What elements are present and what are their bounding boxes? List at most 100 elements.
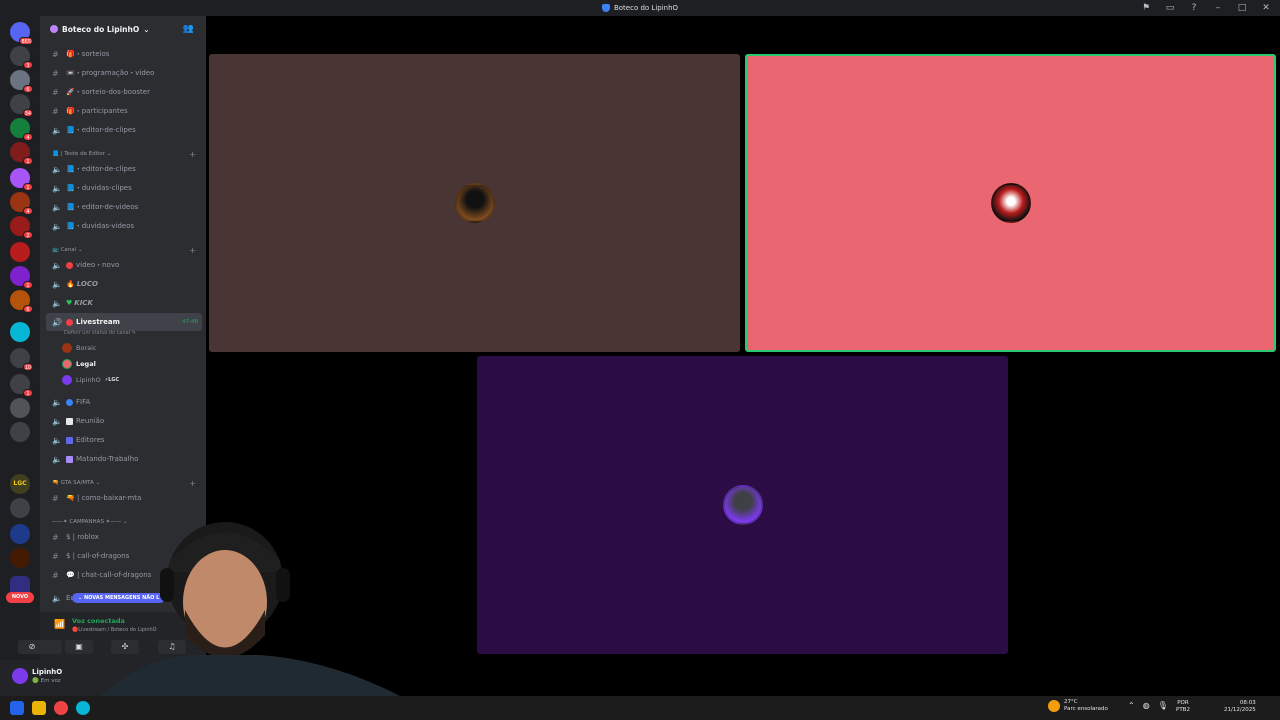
server-icon[interactable]: [10, 242, 30, 262]
hash-icon: #: [52, 68, 59, 78]
record-icon: [66, 318, 73, 326]
plus-icon[interactable]: +: [189, 246, 196, 255]
channel-como-baixar-mta[interactable]: # 🔫 | como-baixar-mta: [46, 489, 202, 507]
globe-icon: [66, 398, 73, 406]
speaker-icon: 🔈: [52, 298, 62, 308]
server-icon[interactable]: 4: [10, 118, 33, 141]
windows-start-icon[interactable]: [10, 701, 24, 715]
video-off-button[interactable]: ⊘: [18, 640, 46, 654]
minimize-icon[interactable]: –: [1212, 2, 1224, 14]
server-icon[interactable]: 6: [10, 290, 33, 313]
server-icon[interactable]: [10, 524, 30, 544]
plus-icon[interactable]: +: [189, 150, 196, 159]
chevron-down-icon: ⌄: [76, 247, 83, 253]
channel-duvidas-videos[interactable]: 🔈 📘・duvidas-videos: [46, 217, 202, 235]
avatar: [62, 359, 72, 369]
share-screen-button[interactable]: ▣: [65, 640, 93, 654]
server-icon[interactable]: 6: [10, 70, 33, 93]
voice-user[interactable]: Boraic: [62, 341, 96, 355]
video-tile-legal[interactable]: [745, 54, 1276, 352]
heart-icon: ♥: [66, 299, 73, 307]
new-pill[interactable]: NOVO: [6, 592, 34, 603]
speaker-icon: 🔊: [52, 317, 62, 327]
server-icon[interactable]: 1: [10, 266, 33, 289]
user-tag: ⚡LGC: [104, 377, 120, 383]
speaker-icon: 🔈: [52, 164, 62, 174]
webcam-overlay: [100, 510, 400, 696]
server-icon[interactable]: 1: [10, 168, 33, 191]
channel-status[interactable]: Definir um status do canal ✎: [64, 330, 136, 336]
server-icon[interactable]: [10, 422, 30, 442]
screen-icon[interactable]: ▭: [1164, 2, 1176, 14]
avatar: [722, 485, 763, 525]
server-logo-icon: [601, 4, 610, 12]
channel-participantes[interactable]: # 🎁・participantes: [46, 102, 202, 120]
clock[interactable]: 08:03 21/12/2025: [1224, 700, 1256, 714]
channel-editor-clipes[interactable]: 🔈 📘・editor-de-clipes: [46, 121, 202, 139]
invite-icon[interactable]: 👥: [183, 24, 194, 34]
channel-editor-clipes[interactable]: 🔈 📘・editor-de-clipes: [46, 160, 202, 178]
hash-icon: #: [52, 87, 59, 97]
channel-loco[interactable]: 🔈 🔥 LOCO: [46, 275, 202, 293]
file-explorer-icon[interactable]: [32, 701, 46, 715]
server-icon[interactable]: 10: [10, 348, 33, 371]
plus-icon[interactable]: +: [189, 479, 196, 488]
server-icon-lgc[interactable]: LGC: [10, 474, 30, 494]
channel-sorteios[interactable]: # 🎁・sorteios: [46, 45, 202, 63]
server-icon[interactable]: 1: [10, 374, 33, 397]
channel-reuniao[interactable]: 🔈 Reunião: [46, 412, 202, 430]
channel-fifa[interactable]: 🔈 FIFA: [46, 393, 202, 411]
chevron-down-icon: ⌄: [93, 480, 101, 486]
channel-duvidas-clipes[interactable]: 🔈 📘・duvidas-clipes: [46, 179, 202, 197]
hash-icon: #: [52, 493, 59, 503]
document-icon: [66, 417, 73, 425]
inbox-icon[interactable]: ⚑: [1140, 2, 1152, 14]
server-icon[interactable]: 4: [10, 192, 33, 215]
fire-icon: 🔥: [66, 280, 75, 288]
server-icon[interactable]: 3: [10, 46, 33, 69]
system-tray: ⌃ ◍ 🎙: [1128, 701, 1168, 710]
close-icon[interactable]: ✕: [1260, 2, 1272, 14]
channel-editor-videos[interactable]: 🔈 📘・editor-de-videos: [46, 198, 202, 216]
help-icon[interactable]: ?: [1188, 2, 1200, 14]
edge-icon[interactable]: [76, 701, 90, 715]
voice-user[interactable]: LipinhO ⚡LGC: [62, 373, 119, 387]
record-icon: [66, 261, 73, 269]
signal-icon[interactable]: 📶: [54, 620, 65, 630]
server-icon-dm[interactable]: 865: [10, 22, 33, 45]
channel-matando-trabalho[interactable]: 🔈 Matando-Trabalho: [46, 450, 202, 468]
monitor-icon: [66, 436, 73, 444]
chevron-up-icon[interactable]: ⌃: [1128, 701, 1135, 710]
server-icon[interactable]: [10, 548, 30, 568]
hash-icon: #: [52, 532, 59, 542]
channel-video-novo[interactable]: 🔈 video・novo: [46, 256, 202, 274]
server-icon[interactable]: [10, 498, 30, 518]
weather-widget[interactable]: 27°C Parc ensolarado: [1048, 699, 1108, 713]
server-icon-active[interactable]: [10, 322, 30, 342]
language-indicator[interactable]: POR PTB2: [1176, 700, 1190, 714]
title-bar: Boteco do LipinhO ⚑ ▭ ? – □ ✕: [0, 0, 1280, 16]
voice-user[interactable]: Legal: [62, 357, 96, 371]
channel-kick[interactable]: 🔈 ♥ KICK: [46, 294, 202, 312]
server-icon[interactable]: 1: [10, 142, 33, 165]
server-icon[interactable]: 34: [10, 94, 33, 117]
channel-editores[interactable]: 🔈 Editores: [46, 431, 202, 449]
taskbar: 27°C Parc ensolarado ⌃ ◍ 🎙 POR PTB2 08:03 2…: [0, 696, 1280, 720]
chrome-icon[interactable]: [54, 701, 68, 715]
mic-icon[interactable]: 🎙: [1158, 701, 1168, 710]
channel-livestream[interactable]: 🔊 Livestream 47:48: [46, 313, 202, 331]
video-tile-lipinho[interactable]: [477, 356, 1008, 654]
speaker-icon: 🔈: [52, 202, 62, 212]
server-icon[interactable]: [10, 398, 30, 418]
video-tile-boraic[interactable]: [209, 54, 740, 352]
maximize-icon[interactable]: □: [1236, 2, 1248, 14]
avatar: [990, 183, 1031, 223]
channel-programacao[interactable]: # 📼・programação・video: [46, 64, 202, 82]
avatar[interactable]: [12, 668, 28, 684]
guild-header[interactable]: Boteco do LipinhO ⌄ 👥: [40, 16, 206, 42]
speaker-icon: 🔈: [52, 221, 62, 231]
network-icon[interactable]: ◍: [1143, 701, 1150, 710]
server-icon[interactable]: 2: [10, 216, 33, 239]
channel-booster[interactable]: # 🚀・sorteio-dos-booster: [46, 83, 202, 101]
guild-icon: [50, 25, 58, 33]
